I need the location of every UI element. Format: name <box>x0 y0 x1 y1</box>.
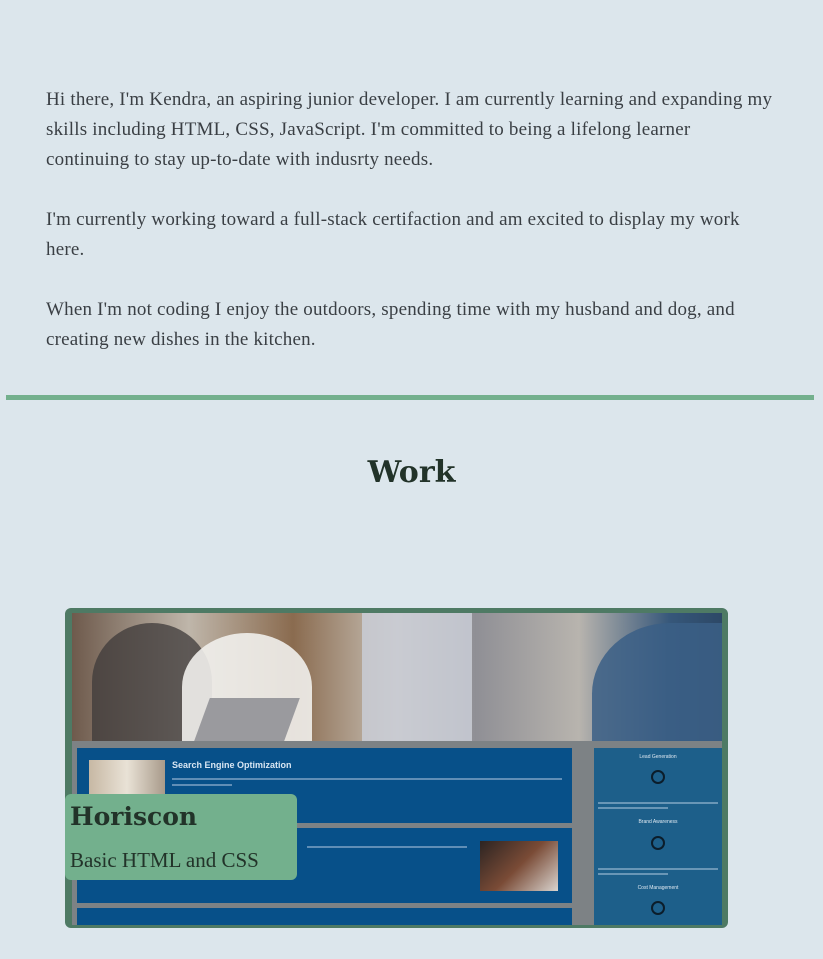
project-card-horiscon[interactable]: Search Engine Optimization Lead Generati… <box>65 608 728 928</box>
project-name: Horiscon <box>70 802 198 831</box>
work-title: Work <box>367 455 456 490</box>
about-paragraph: Hi there, I'm Kendra, an aspiring junior… <box>46 89 773 170</box>
services-sidebar: Lead Generation Brand Awareness Cost Man… <box>594 748 722 925</box>
side-label: Brand Awareness <box>638 819 678 825</box>
side-label: Cost Management <box>637 885 679 891</box>
service-panel <box>77 908 572 925</box>
gears-icon <box>651 901 665 915</box>
lightbulb-icon <box>651 770 665 784</box>
about-section: Hi there, I'm Kendra, an aspiring junior… <box>46 85 776 385</box>
project-label[interactable]: Horiscon Basic HTML and CSS <box>65 794 297 880</box>
about-paragraph: When I'm not coding I enjoy the outdoors… <box>46 299 735 350</box>
broadcast-icon <box>651 836 665 850</box>
project-description: Basic HTML and CSS <box>70 848 259 872</box>
panel-title: Search Engine Optimization <box>172 760 292 770</box>
about-paragraph: I'm currently working toward a full-stac… <box>46 209 740 260</box>
section-divider <box>6 395 814 400</box>
hero-image <box>72 613 722 741</box>
side-label: Lead Generation <box>639 754 677 760</box>
